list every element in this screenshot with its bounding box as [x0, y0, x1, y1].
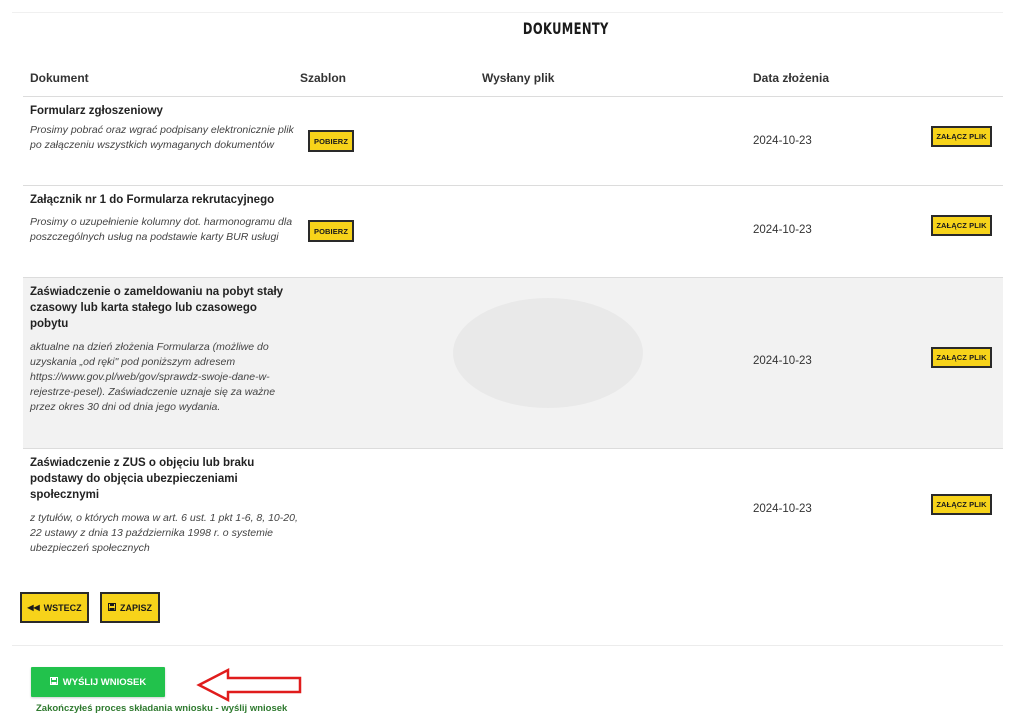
attach-file-button[interactable]: ZAŁĄCZ PLIK	[931, 215, 992, 236]
column-header-date: Data złożenia	[753, 71, 830, 85]
top-divider	[12, 12, 1003, 13]
download-template-button[interactable]: POBIERZ	[308, 130, 354, 152]
save-button[interactable]: ZAPISZ	[100, 592, 160, 623]
attach-file-button[interactable]: ZAŁĄCZ PLIK	[931, 347, 992, 368]
document-description: aktualne na dzień złożenia Formularza (m…	[30, 341, 276, 413]
column-header-document: Dokument	[30, 71, 89, 85]
table-row: Zaświadczenie z ZUS o objęciu lub braku …	[23, 449, 1003, 569]
document-title: Załącznik nr 1 do Formularza rekrutacyjn…	[30, 194, 275, 206]
page-title: DOKUMENTY	[522, 19, 609, 38]
document-title: Formularz zgłoszeniowy	[30, 105, 163, 117]
document-title: Zaświadczenie o zameldowaniu na pobyt st…	[30, 286, 284, 330]
submission-date: 2024-10-23	[753, 503, 812, 515]
floppy-disk-icon	[107, 602, 116, 613]
attach-file-button[interactable]: ZAŁĄCZ PLIK	[931, 494, 992, 515]
double-chevron-left-icon: ◀◀	[27, 602, 40, 612]
back-button-label: WSTECZ	[43, 602, 82, 613]
attach-file-button[interactable]: ZAŁĄCZ PLIK	[931, 126, 992, 147]
document-title: Zaświadczenie z ZUS o objęciu lub braku …	[30, 457, 255, 501]
uploaded-file-preview	[453, 298, 643, 408]
document-description: Prosimy pobrać oraz wgrać podpisany elek…	[30, 124, 294, 151]
save-button-label: ZAPISZ	[119, 602, 152, 613]
submission-date: 2024-10-23	[753, 135, 812, 147]
back-button[interactable]: ◀◀ WSTECZ	[20, 592, 89, 623]
table-row: Zaświadczenie o zameldowaniu na pobyt st…	[23, 278, 1003, 449]
column-header-template: Szablon	[300, 71, 347, 85]
bottom-divider	[12, 645, 1003, 646]
left-arrow-outline-icon	[196, 667, 302, 703]
submit-button-label: WYŚLIJ WNIOSEK	[62, 676, 147, 688]
submission-hint: Zakończyłeś proces składania wniosku - w…	[36, 703, 288, 714]
table-row: Formularz zgłoszeniowy Prosimy pobrać or…	[23, 97, 1003, 186]
download-template-button[interactable]: POBIERZ	[308, 220, 354, 242]
submit-application-button[interactable]: WYŚLIJ WNIOSEK	[31, 667, 165, 697]
floppy-disk-icon	[49, 676, 58, 688]
table-row: Załącznik nr 1 do Formularza rekrutacyjn…	[23, 186, 1003, 278]
column-header-sent-file: Wysłany plik	[482, 71, 555, 85]
submission-date: 2024-10-23	[753, 224, 812, 236]
submission-date: 2024-10-23	[753, 355, 812, 367]
document-description: z tytułów, o których mowa w art. 6 ust. …	[30, 512, 298, 554]
document-description: Prosimy o uzupełnienie kolumny dot. harm…	[30, 216, 293, 243]
